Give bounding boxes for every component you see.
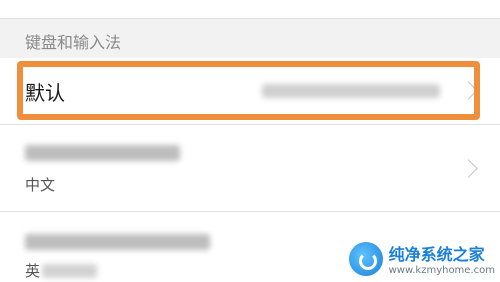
watermark: 纯净系统之家 www.kzmyhome.com: [348, 241, 495, 276]
row-title-blurred: [25, 145, 180, 161]
top-divider: [0, 0, 500, 19]
section-title: 键盘和输入法: [25, 33, 122, 52]
row-title-blurred: [25, 234, 210, 250]
row-subtitle: 中文: [25, 176, 56, 194]
watermark-url: www.kzmyhome.com: [388, 265, 495, 276]
keyboard-row-chinese[interactable]: 中文: [0, 125, 500, 212]
watermark-text: 纯净系统之家 www.kzmyhome.com: [389, 241, 495, 276]
row-label: 默认: [25, 81, 65, 105]
row-subtitle-blurred: [42, 264, 97, 278]
watermark-title: 纯净系统之家: [388, 245, 485, 264]
row-value-blurred: [262, 84, 440, 98]
watermark-logo-icon: [348, 241, 383, 276]
chevron-right-icon: [459, 159, 478, 178]
section-header: 键盘和输入法: [0, 19, 500, 58]
chevron-right-icon: [459, 81, 478, 100]
default-keyboard-row[interactable]: 默认: [0, 58, 500, 125]
row-subtitle: 英: [25, 262, 41, 280]
